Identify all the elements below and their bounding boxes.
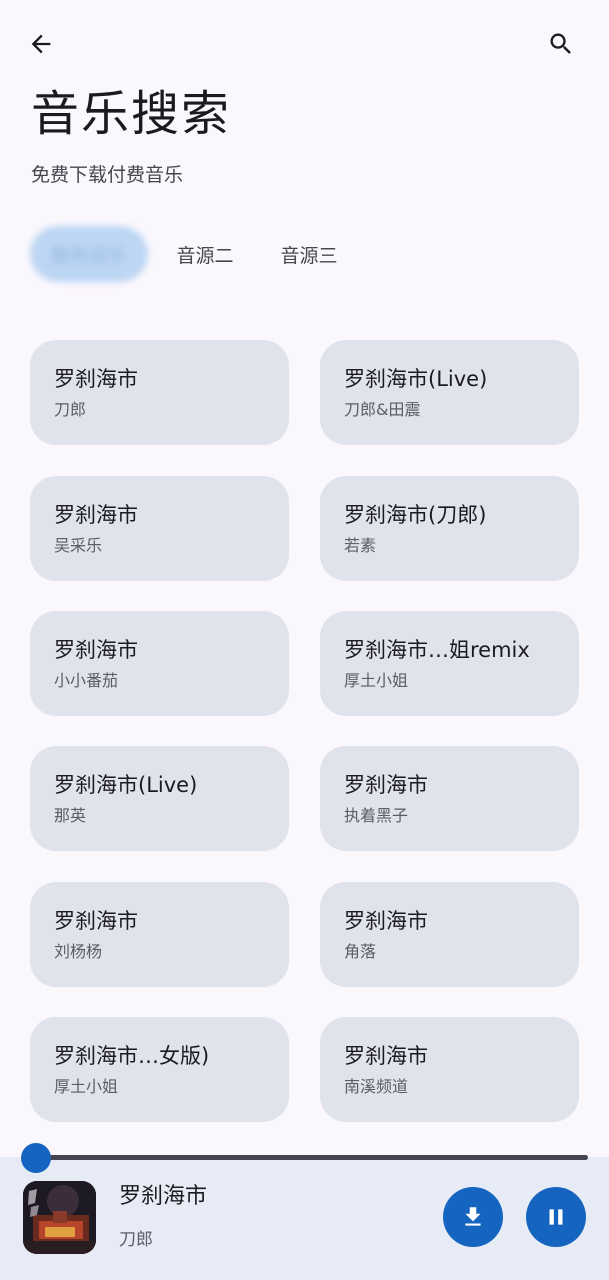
tab-source-2[interactable]: 音源二 (162, 226, 248, 282)
search-button[interactable] (537, 20, 585, 68)
song-card[interactable]: 罗刹海市 南溪频道 (320, 1017, 579, 1122)
song-artist: 南溪频道 (344, 1077, 409, 1096)
now-playing-artist: 刀郎 (119, 1230, 153, 1250)
search-icon (550, 33, 571, 54)
song-card[interactable]: 罗刹海市(Live) 那英 (30, 746, 289, 851)
song-card[interactable]: 罗刹海市(刀郎) 若素 (320, 476, 579, 581)
song-title: 罗刹海市…姐remix (344, 638, 530, 662)
tab-source-1[interactable]: 酷狗音乐 (30, 226, 148, 282)
song-title: 罗刹海市 (54, 638, 138, 662)
song-card[interactable]: 罗刹海市…姐remix 厚土小姐 (320, 611, 579, 716)
song-card[interactable]: 罗刹海市 吴采乐 (30, 476, 289, 581)
song-card[interactable]: 罗刹海市 执着黑子 (320, 746, 579, 851)
song-card[interactable]: 罗刹海市 刀郎 (30, 340, 289, 445)
now-playing-title: 罗刹海市 (119, 1184, 208, 1209)
song-artist: 那英 (54, 806, 87, 825)
song-title: 罗刹海市(Live) (344, 367, 488, 391)
tab-source-3[interactable]: 音源三 (266, 226, 352, 282)
back-button[interactable] (17, 20, 65, 68)
song-title: 罗刹海市 (344, 909, 428, 933)
song-title: 罗刹海市 (54, 367, 138, 391)
song-artist: 刀郎&田震 (344, 400, 421, 419)
song-title: 罗刹海市…女版) (54, 1044, 210, 1068)
song-card[interactable]: 罗刹海市 角落 (320, 882, 579, 987)
album-art-image (23, 1181, 96, 1254)
song-card[interactable]: 罗刹海市(Live) 刀郎&田震 (320, 340, 579, 445)
song-artist: 刀郎 (54, 400, 87, 419)
song-artist: 厚土小姐 (344, 671, 409, 690)
song-title: 罗刹海市(Live) (54, 773, 198, 797)
album-cover[interactable] (23, 1181, 96, 1254)
pause-icon (549, 1209, 563, 1225)
song-card[interactable]: 罗刹海市 小小番茄 (30, 611, 289, 716)
progress-track[interactable] (36, 1155, 588, 1160)
song-title: 罗刹海市 (54, 909, 138, 933)
song-title: 罗刹海市(刀郎) (344, 503, 487, 527)
song-artist: 刘杨杨 (54, 942, 103, 961)
song-card[interactable]: 罗刹海市…女版) 厚土小姐 (30, 1017, 289, 1122)
pause-button[interactable] (526, 1187, 586, 1247)
song-title: 罗刹海市 (54, 503, 138, 527)
song-artist: 小小番茄 (54, 671, 119, 690)
song-artist: 吴采乐 (54, 536, 103, 555)
song-artist: 角落 (344, 942, 377, 961)
download-icon (465, 1207, 481, 1226)
song-card[interactable]: 罗刹海市 刘杨杨 (30, 882, 289, 987)
song-artist: 执着黑子 (344, 806, 409, 825)
song-title: 罗刹海市 (344, 1044, 428, 1068)
song-title: 罗刹海市 (344, 773, 428, 797)
arrow-left-icon (31, 34, 51, 54)
song-artist: 若素 (344, 536, 377, 555)
page-title: 音乐搜索 (31, 86, 232, 142)
page-subtitle: 免费下载付费音乐 (31, 164, 184, 186)
song-artist: 厚土小姐 (54, 1077, 119, 1096)
source-tabs: 酷狗音乐 音源二 音源三 (30, 226, 590, 282)
download-button[interactable] (443, 1187, 503, 1247)
top-app-bar (0, 0, 609, 90)
progress-slider-thumb[interactable] (21, 1143, 51, 1173)
